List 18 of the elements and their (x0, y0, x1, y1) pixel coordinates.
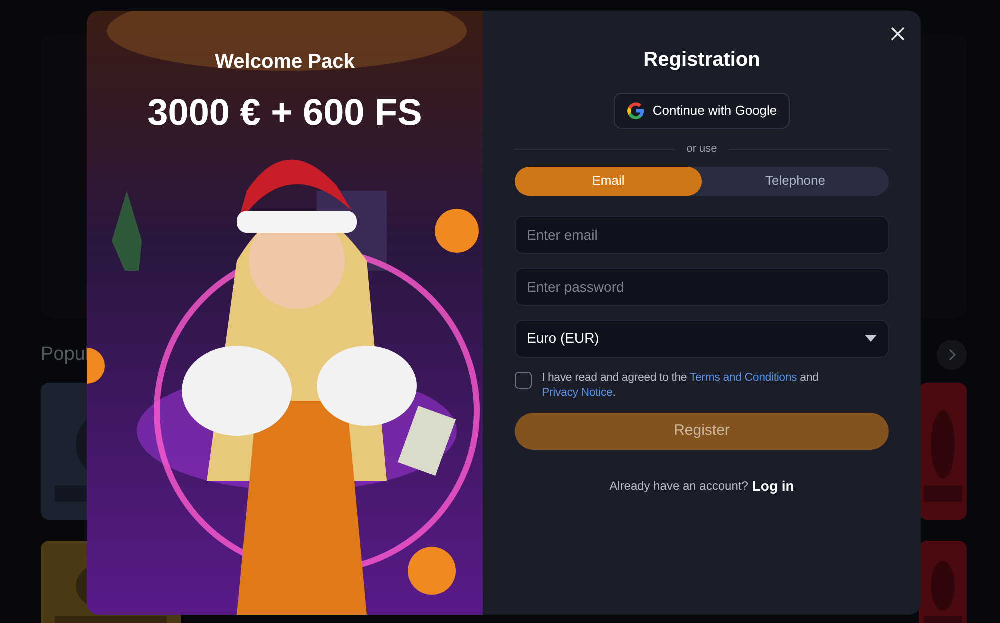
close-icon[interactable] (891, 27, 905, 41)
privacy-link[interactable]: Privacy Notice (542, 386, 613, 398)
login-prompt: Already have an account? (610, 478, 748, 495)
google-icon (626, 102, 645, 120)
consent-checkbox[interactable] (515, 372, 532, 388)
tab[interactable]: Email (515, 166, 702, 196)
password-field[interactable]: Enter password (515, 268, 889, 306)
terms-link[interactable]: Terms and Conditions (690, 372, 798, 384)
email-field[interactable]: Enter email (515, 216, 889, 254)
login-link[interactable]: Log in (752, 476, 794, 496)
currency-select[interactable]: Euro (EUR) (515, 320, 889, 358)
divider-text: or use (686, 142, 718, 157)
chevron-right-icon (948, 349, 956, 361)
tab[interactable]: Telephone (702, 166, 889, 196)
caret-icon (865, 335, 877, 342)
consent-text: I have read and agreed to the Terms and Conditions and Privacy Notice. (542, 370, 820, 400)
registration-title: Registration (644, 48, 760, 73)
google-button[interactable]: Continue with Google (614, 93, 790, 129)
